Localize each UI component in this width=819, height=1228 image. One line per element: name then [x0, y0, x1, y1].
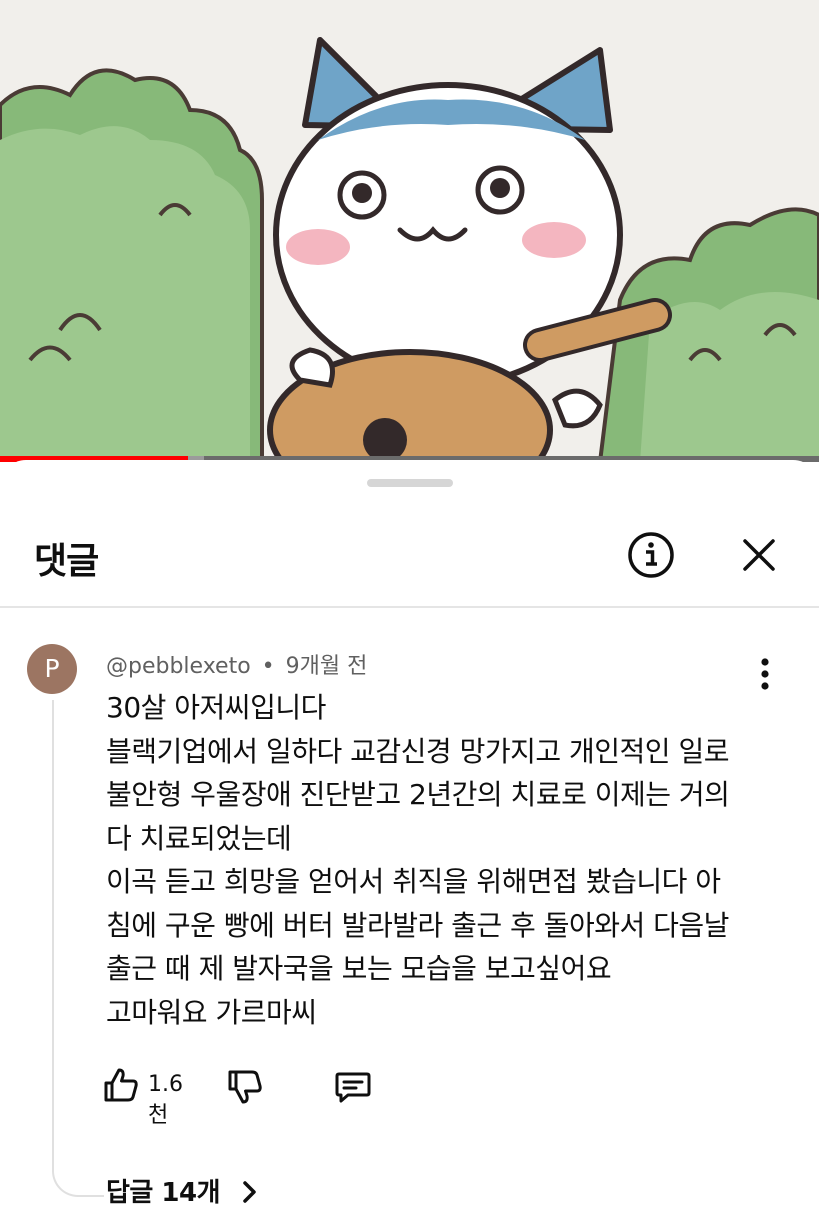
comments-title: 댓글 [34, 541, 99, 582]
comment-line: 다 치료되었는데 [106, 821, 292, 855]
comments-sheet: 댓글 P @pebblexeto • 9개월 전 30살 아저씨입니다 블랙기업… [0, 460, 819, 1228]
video-player[interactable] [0, 0, 819, 462]
replies-link[interactable]: 답글 14개 [106, 1172, 221, 1209]
comment-line: 출근 때 제 발자국을 보는 모습을 보고싶어요 [106, 952, 612, 985]
thread-line [52, 700, 104, 1197]
comment-line: 침에 구운 빵에 버터 발라발라 출근 후 돌아와서 다음날 [106, 908, 729, 942]
video-frame-illustration [0, 0, 819, 462]
like-icon[interactable] [102, 1066, 140, 1104]
comments-header: 댓글 [0, 508, 819, 608]
meta-separator: • [261, 654, 275, 679]
like-count: 1.6천 [148, 1072, 183, 1128]
comment-line: 불안형 우울장애 진단받고 2년간의 치료로 이제는 거의 [106, 778, 730, 811]
drag-handle[interactable] [367, 479, 453, 487]
comment-line: 30살 아저씨입니다 [106, 691, 326, 724]
comment-line: 블랙기업에서 일하다 교감신경 망가지고 개인적인 일로 [106, 734, 729, 768]
chevron-right-icon[interactable] [238, 1176, 262, 1208]
comment-body: 30살 아저씨입니다 블랙기업에서 일하다 교감신경 망가지고 개인적인 일로 … [106, 686, 766, 1034]
comment-time: 9개월 전 [285, 654, 368, 679]
info-icon[interactable] [624, 528, 678, 582]
reply-icon[interactable] [334, 1068, 372, 1106]
comment-line: 이곡 듣고 희망을 얻어서 취직을 위해면접 봤습니다 아 [106, 865, 721, 898]
dislike-icon[interactable] [226, 1068, 264, 1106]
comment-meta: @pebblexeto • 9개월 전 [106, 648, 367, 680]
close-icon[interactable] [732, 528, 786, 582]
avatar[interactable]: P [27, 644, 77, 694]
comment-author[interactable]: @pebblexeto [106, 654, 251, 679]
comment-line: 고마워요 가르마씨 [106, 995, 317, 1029]
